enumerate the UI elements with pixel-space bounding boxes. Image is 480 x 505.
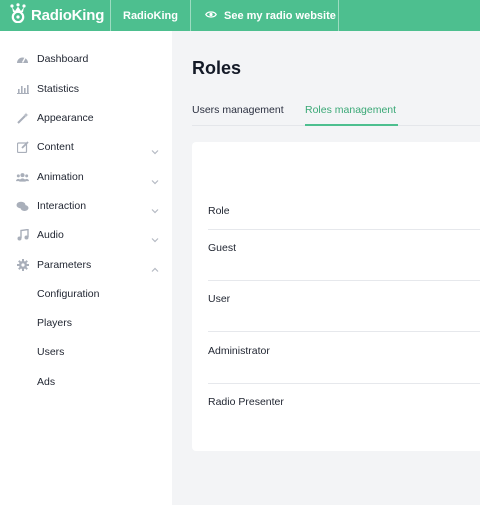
music-icon xyxy=(16,229,29,241)
table-divider xyxy=(208,280,480,281)
sidebar-item-statistics[interactable]: Statistics xyxy=(0,76,172,102)
sidebar-item-label: Audio xyxy=(37,229,64,241)
sidebar: Dashboard Statistics Appearance Content … xyxy=(0,31,172,505)
wand-icon xyxy=(16,112,29,124)
crown-logo-icon xyxy=(10,3,26,28)
sidebar-item-dashboard[interactable]: Dashboard xyxy=(0,46,172,72)
tab-users-management[interactable]: Users management xyxy=(192,104,284,116)
chevron-down-icon xyxy=(150,202,160,214)
sidebar-subitem-players[interactable]: Players xyxy=(37,317,72,329)
sidebar-item-audio[interactable]: Audio xyxy=(0,222,172,248)
table-row[interactable]: Radio Presenter xyxy=(208,396,284,408)
sidebar-subitem-ads[interactable]: Ads xyxy=(37,376,55,388)
chevron-down-icon xyxy=(150,231,160,243)
sidebar-item-animation[interactable]: Animation xyxy=(0,164,172,190)
sidebar-item-appearance[interactable]: Appearance xyxy=(0,105,172,131)
sidebar-subitem-users[interactable]: Users xyxy=(37,346,64,358)
radioking-logo[interactable]: RadioKing xyxy=(0,0,110,31)
station-name-button[interactable]: RadioKing xyxy=(110,0,190,31)
logo-text: RadioKing xyxy=(31,7,105,24)
chart-icon xyxy=(16,83,29,95)
top-bar: RadioKing RadioKing See my radio website xyxy=(0,0,480,31)
tab-roles-management[interactable]: Roles management xyxy=(305,104,396,116)
see-website-link[interactable]: See my radio website xyxy=(190,0,339,31)
column-header-role: Role xyxy=(208,205,230,217)
gear-icon xyxy=(16,259,29,271)
table-divider xyxy=(208,331,480,332)
chevron-down-icon xyxy=(150,143,160,155)
sidebar-item-content[interactable]: Content xyxy=(0,134,172,160)
sidebar-item-label: Appearance xyxy=(37,112,94,124)
sidebar-subitem-configuration[interactable]: Configuration xyxy=(37,288,99,300)
sidebar-item-label: Interaction xyxy=(37,200,87,212)
table-divider xyxy=(208,383,480,384)
page-title: Roles xyxy=(192,58,242,78)
table-divider xyxy=(208,229,480,230)
table-row[interactable]: User xyxy=(208,293,230,305)
sidebar-item-label: Statistics xyxy=(37,83,80,95)
sidebar-item-label: Parameters xyxy=(37,259,92,271)
see-website-label: See my radio website xyxy=(224,9,336,22)
table-row[interactable]: Administrator xyxy=(208,345,270,357)
edit-icon xyxy=(16,141,29,153)
eye-icon xyxy=(205,10,217,22)
active-tab-indicator xyxy=(305,124,398,126)
users-icon xyxy=(16,171,29,183)
sidebar-item-label: Content xyxy=(37,141,74,153)
chevron-up-icon xyxy=(150,261,160,272)
chat-icon xyxy=(16,200,29,212)
sidebar-item-label: Dashboard xyxy=(37,53,89,65)
sidebar-item-label: Animation xyxy=(37,171,84,183)
sidebar-item-interaction[interactable]: Interaction xyxy=(0,193,172,219)
table-row[interactable]: Guest xyxy=(208,242,236,254)
chevron-down-icon xyxy=(150,173,160,185)
dashboard-icon xyxy=(16,53,29,65)
sidebar-item-parameters[interactable]: Parameters xyxy=(0,252,172,278)
